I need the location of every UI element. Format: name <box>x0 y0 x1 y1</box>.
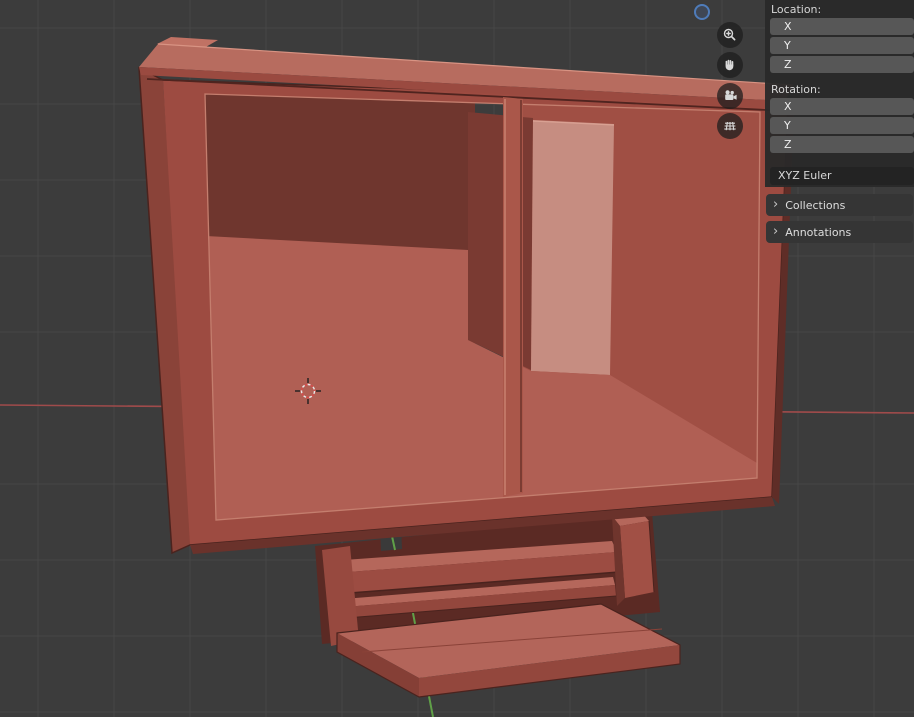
annotations-panel-label: Annotations <box>785 225 852 239</box>
interior-panel-pink <box>531 120 614 375</box>
sidebar-transform-panel: Location: X Y Z Rotation: X Y Z XYZ Eule… <box>765 0 914 187</box>
rotation-mode-dropdown[interactable]: XYZ Euler <box>770 167 914 185</box>
model-cabinet[interactable] <box>138 37 794 555</box>
rotation-label: Rotation: <box>771 83 821 96</box>
location-y-field[interactable]: Y <box>770 37 914 54</box>
zoom-button[interactable] <box>717 22 743 48</box>
location-x-field[interactable]: X <box>770 18 914 35</box>
camera-view-button[interactable] <box>717 83 743 109</box>
zoom-icon <box>723 28 736 41</box>
blender-3d-viewport[interactable]: Location: X Y Z Rotation: X Y Z XYZ Eule… <box>0 0 914 717</box>
model-base[interactable] <box>315 512 681 717</box>
cabinet-mullion <box>503 97 523 497</box>
location-label: Location: <box>771 3 822 16</box>
toggle-projection-grid-icon <box>724 121 736 131</box>
camera-view-icon <box>725 90 737 100</box>
pan-view-button[interactable] <box>717 52 743 78</box>
rotation-y-field[interactable]: Y <box>770 117 914 134</box>
location-z-field[interactable]: Z <box>770 56 914 73</box>
rotation-x-field[interactable]: X <box>770 98 914 115</box>
nav-gizmo-axis-ball[interactable] <box>694 4 710 20</box>
cabinet-interior <box>205 90 765 526</box>
rotation-z-field[interactable]: Z <box>770 136 914 153</box>
collections-panel-header[interactable]: › Collections <box>766 194 913 216</box>
chevron-right-icon: › <box>773 196 779 212</box>
interior-panel-dark <box>468 112 533 370</box>
collections-panel-label: Collections <box>785 198 846 212</box>
chevron-right-icon: › <box>773 223 779 239</box>
toggle-projection-button[interactable] <box>717 113 743 139</box>
pan-hand-icon <box>725 59 734 71</box>
annotations-panel-header[interactable]: › Annotations <box>766 221 913 243</box>
